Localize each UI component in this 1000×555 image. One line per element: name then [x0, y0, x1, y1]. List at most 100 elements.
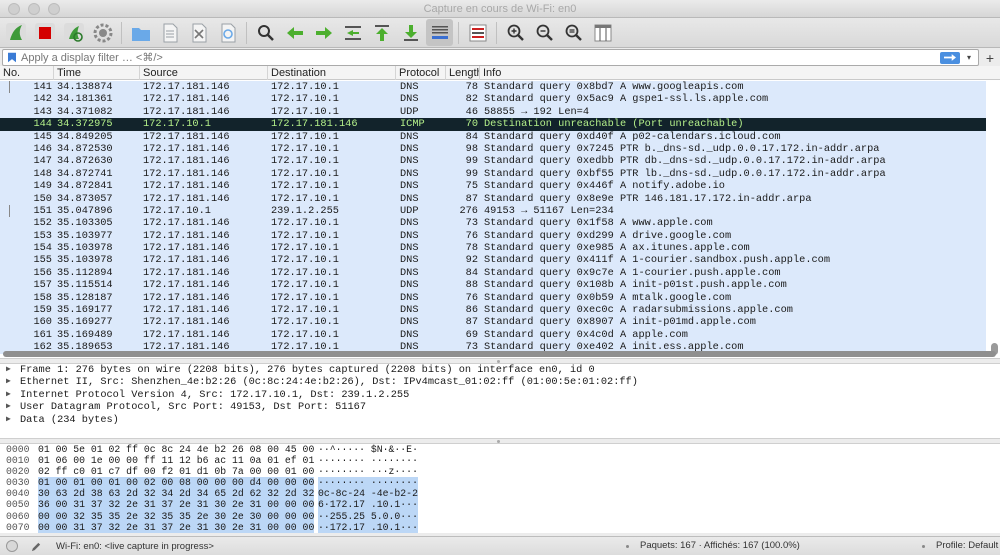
packet-number: 143: [33, 105, 52, 118]
detail-tree-label: Internet Protocol Version 4, Src: 172.17…: [20, 388, 410, 401]
packet-number: 153: [33, 229, 52, 242]
detail-tree-item[interactable]: ▶ Data (234 bytes): [0, 414, 1000, 426]
table-row[interactable]: 158 35.128187 172.17.181.146 172.17.10.1 DNS…: [0, 291, 986, 305]
detail-tree-item[interactable]: ▶ User Datagram Protocol, Src Port: 49153…: [0, 401, 1000, 413]
last-packet-button[interactable]: [397, 19, 424, 46]
column-header-source[interactable]: Source: [140, 66, 268, 80]
table-row[interactable]: 159 35.169177 172.17.181.146 172.17.10.1 DNS…: [0, 304, 986, 317]
table-row[interactable]: 144 34.372975 172.17.10.1 172.17.181.146 ICM…: [0, 118, 986, 131]
hex-row[interactable]: 0010 01 06 00 1e 00 00 ff 11 12 b6 ac 11 …: [0, 455, 1000, 466]
expand-triangle-icon[interactable]: ▶: [6, 376, 11, 388]
table-row[interactable]: 147 34.872630 172.17.181.146 172.17.10.1 DNS…: [0, 155, 986, 168]
packet-protocol: DNS: [400, 142, 419, 155]
capture-options-button[interactable]: [89, 19, 116, 46]
expert-info-icon[interactable]: [6, 540, 18, 552]
hex-ascii: ········ ········: [318, 455, 418, 467]
toolbar-separator: [121, 21, 122, 44]
bookmark-icon[interactable]: [5, 51, 19, 65]
open-file-button[interactable]: [127, 19, 154, 46]
zoom-window-button[interactable]: [48, 3, 60, 15]
table-row[interactable]: 143 34.371082 172.17.181.146 172.17.10.1 UDP…: [0, 105, 986, 119]
table-row[interactable]: 146 34.872530 172.17.181.146 172.17.10.1 DNS…: [0, 142, 986, 156]
table-row[interactable]: 161 35.169489 172.17.181.146 172.17.10.1 DNS…: [0, 328, 986, 342]
capture-comment-icon[interactable]: [30, 540, 42, 552]
column-header-destination[interactable]: Destination: [268, 66, 396, 80]
packet-number: 154: [33, 242, 52, 255]
reload-file-button[interactable]: [214, 19, 241, 46]
detail-tree-item[interactable]: ▶ Ethernet II, Src: Shenzhen_4e:b2:26 (0c…: [0, 376, 1000, 388]
hex-row[interactable]: 0070 00 00 31 37 32 2e 31 37 2e 31 30 2e …: [0, 521, 1000, 533]
close-window-button[interactable]: [8, 3, 20, 15]
go-to-packet-button[interactable]: [339, 19, 366, 46]
packet-length: 73: [465, 217, 478, 230]
detail-tree-item[interactable]: ▶ Frame 1: 276 bytes on wire (2208 bits),…: [0, 364, 1000, 376]
stop-capture-button[interactable]: [31, 19, 58, 46]
packet-destination: 172.17.10.1: [271, 217, 339, 230]
display-filter-input[interactable]: [21, 50, 940, 65]
packet-length: 78: [465, 81, 478, 93]
arrow-right-icon: [315, 26, 332, 39]
start-capture-button[interactable]: [2, 19, 29, 46]
table-row[interactable]: 153 35.103977 172.17.181.146 172.17.10.1 DNS…: [0, 229, 986, 243]
packet-source: 172.17.181.146: [143, 304, 230, 317]
expand-triangle-icon[interactable]: ▶: [6, 389, 11, 401]
profile-text[interactable]: Profile: Default: [936, 540, 998, 551]
zoom-out-button[interactable]: [531, 19, 558, 46]
packet-source: 172.17.181.146: [143, 105, 230, 118]
first-packet-button[interactable]: [368, 19, 395, 46]
hex-bytes: 02 ff c0 01 c7 df 00 f2 01 d1 0b 7a 00 0…: [38, 466, 315, 478]
expand-triangle-icon[interactable]: ▶: [6, 401, 11, 413]
table-row[interactable]: 151 35.047896 172.17.10.1 239.1.2.255 UDP 276…: [0, 204, 986, 218]
packet-length: 88: [465, 279, 478, 292]
capture-status-text: Wi-Fi: en0: <live capture in progress>: [56, 540, 214, 552]
find-packet-button[interactable]: [252, 19, 279, 46]
column-header-time[interactable]: Time: [54, 66, 140, 80]
packet-list-horizontal-scrollbar[interactable]: [3, 351, 996, 357]
packet-source: 172.17.181.146: [143, 279, 230, 292]
zoom-in-button[interactable]: [502, 19, 529, 46]
next-packet-button[interactable]: [310, 19, 337, 46]
save-file-button[interactable]: [156, 19, 183, 46]
column-header-length[interactable]: Length: [446, 66, 480, 80]
zoom-reset-button[interactable]: [560, 19, 587, 46]
packet-destination: 172.17.10.1: [271, 93, 339, 106]
packet-list-vertical-scrollbar[interactable]: [990, 81, 998, 358]
colorize-button[interactable]: [464, 19, 491, 46]
table-row[interactable]: 155 35.103978 172.17.181.146 172.17.10.1 DNS…: [0, 254, 986, 267]
hex-row[interactable]: 0060 00 00 32 35 35 2e 32 35 35 2e 30 2e …: [0, 510, 1000, 522]
window-controls: [8, 3, 60, 15]
previous-packet-button[interactable]: [281, 19, 308, 46]
apply-filter-button[interactable]: [940, 51, 960, 64]
table-row[interactable]: 156 35.112894 172.17.181.146 172.17.10.1 DNS…: [0, 266, 986, 280]
table-row[interactable]: 160 35.169277 172.17.181.146 172.17.10.1 DNS…: [0, 316, 986, 329]
add-filter-button[interactable]: +: [982, 50, 998, 66]
minimize-window-button[interactable]: [28, 3, 40, 15]
table-row[interactable]: 154 35.103978 172.17.181.146 172.17.10.1 DNS…: [0, 242, 986, 255]
hex-row[interactable]: 0020 02 ff c0 01 c7 df 00 f2 01 d1 0b 7a …: [0, 466, 1000, 477]
packet-info: Standard query 0x108b A init-p01st.push.…: [484, 279, 787, 292]
table-row[interactable]: 152 35.103305 172.17.181.146 172.17.10.1 DNS…: [0, 217, 986, 230]
column-header-protocol[interactable]: Protocol: [396, 66, 446, 80]
hex-row[interactable]: 0030 01 00 01 00 01 00 02 00 08 00 00 00 …: [0, 477, 1000, 489]
hex-row[interactable]: 0000 01 00 5e 01 02 ff 0c 8c 24 4e b2 26 …: [0, 444, 1000, 455]
filter-history-dropdown[interactable]: ▾: [962, 51, 976, 65]
hex-row[interactable]: 0040 30 63 2d 38 63 2d 32 34 2d 34 65 2d …: [0, 488, 1000, 500]
detail-tree-item[interactable]: ▶ Internet Protocol Version 4, Src: 172.1…: [0, 389, 1000, 401]
packet-info: Standard query 0x5ac9 A gspe1-ssl.ls.app…: [484, 93, 769, 106]
expand-triangle-icon[interactable]: ▶: [6, 364, 11, 376]
restart-capture-button[interactable]: [60, 19, 87, 46]
table-row[interactable]: 141 34.138874 172.17.181.146 172.17.10.1 DNS…: [0, 81, 986, 94]
table-row[interactable]: 148 34.872741 172.17.181.146 172.17.10.1 DNS…: [0, 167, 986, 181]
resize-columns-button[interactable]: [589, 19, 616, 46]
table-row[interactable]: 150 34.873057 172.17.181.146 172.17.10.1 DNS…: [0, 192, 986, 205]
autoscroll-button[interactable]: [426, 19, 453, 46]
column-header-no[interactable]: No.: [0, 66, 54, 80]
table-row[interactable]: 157 35.115514 172.17.181.146 172.17.10.1 DNS…: [0, 279, 986, 292]
table-row[interactable]: 149 34.872841 172.17.181.146 172.17.10.1 DNS…: [0, 180, 986, 193]
expand-triangle-icon[interactable]: ▶: [6, 414, 11, 426]
hex-row[interactable]: 0050 36 00 31 37 32 2e 31 37 2e 31 30 2e …: [0, 499, 1000, 511]
table-row[interactable]: 142 34.181361 172.17.181.146 172.17.10.1 DNS…: [0, 93, 986, 106]
close-file-button[interactable]: [185, 19, 212, 46]
table-row[interactable]: 145 34.849205 172.17.181.146 172.17.10.1 DNS…: [0, 130, 986, 143]
column-header-info[interactable]: Info: [480, 66, 1000, 80]
